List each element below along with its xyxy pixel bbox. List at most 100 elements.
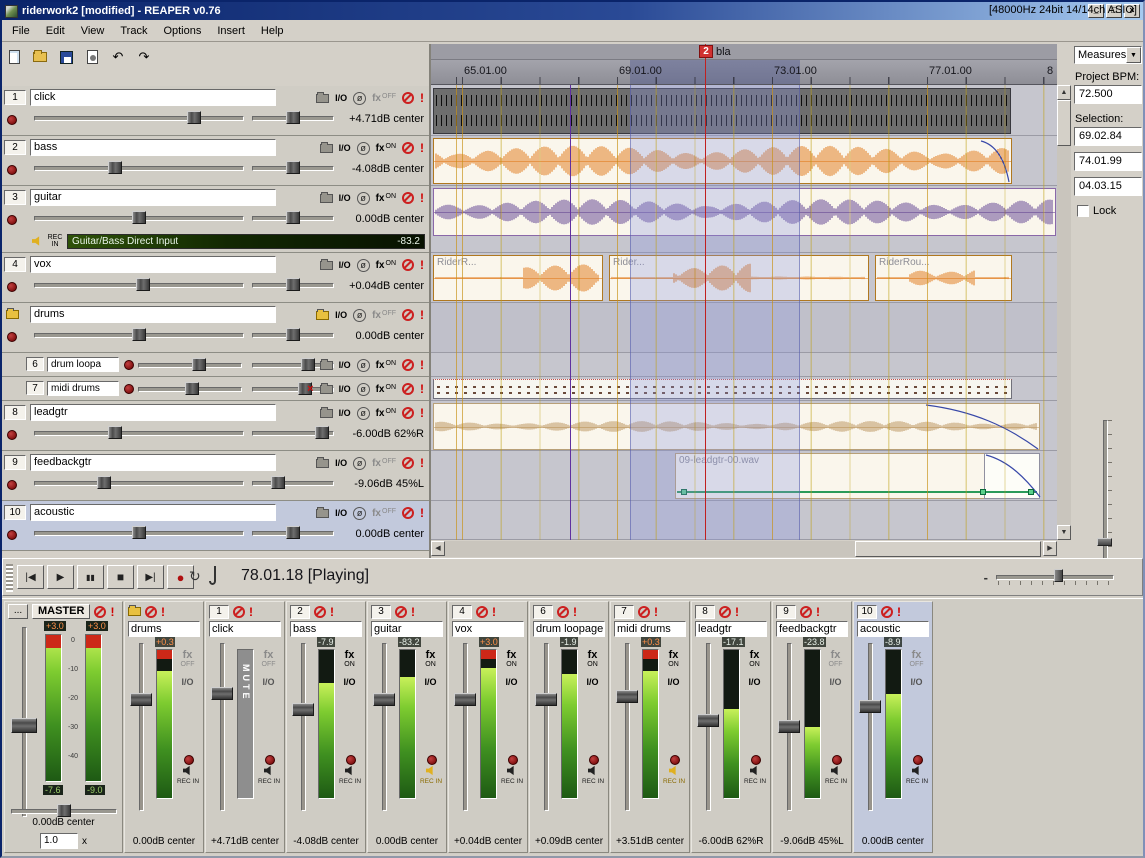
tcp-track-leadgtr[interactable]: 8leadgtrI/OøfxON!-6.00dB 62%R xyxy=(0,401,429,451)
mute-icon[interactable] xyxy=(402,259,414,271)
fx-button[interactable]: fx xyxy=(742,649,767,661)
scroll-down-arrow[interactable]: ▼ xyxy=(1057,525,1071,540)
volume-fader[interactable] xyxy=(209,643,235,811)
volume-fader[interactable] xyxy=(290,643,316,811)
pan-slider[interactable] xyxy=(252,327,334,342)
io-button[interactable]: I/O xyxy=(661,677,686,687)
fx-button[interactable]: fx xyxy=(823,649,848,661)
folder-icon[interactable] xyxy=(320,194,333,203)
channel-name[interactable]: click xyxy=(209,621,281,637)
fx-button[interactable]: fxOFF xyxy=(372,458,396,469)
folder-icon[interactable] xyxy=(316,94,329,103)
rec-in-button[interactable]: REC IN xyxy=(418,765,444,785)
phase-icon[interactable]: ø xyxy=(353,309,366,322)
tcp-track-bass[interactable]: 2bassI/OøfxON!-4.08dB center xyxy=(0,136,429,186)
go-to-start-button[interactable]: |◀ xyxy=(17,565,44,589)
save-project-button[interactable] xyxy=(56,48,76,66)
fader-thumb[interactable] xyxy=(130,693,152,706)
fx-button[interactable]: fx xyxy=(337,649,362,661)
phase-icon[interactable]: ø xyxy=(357,259,370,272)
fx-button[interactable]: fxOFF xyxy=(372,93,396,104)
io-button[interactable]: I/O xyxy=(335,508,347,518)
io-button[interactable]: I/O xyxy=(335,458,347,468)
volume-slider[interactable] xyxy=(34,475,244,490)
menu-options[interactable]: Options xyxy=(155,22,209,40)
io-button[interactable]: I/O xyxy=(339,360,351,370)
undo-button[interactable]: ↶ xyxy=(108,48,128,66)
tcp-track-vox[interactable]: 4voxI/OøfxON!+0.04dB center xyxy=(0,253,429,303)
volume-fader[interactable] xyxy=(776,643,802,811)
arrange-content[interactable]: RiderR... Rider... RiderRou... 09-leadgt… xyxy=(431,85,1057,540)
volume-slider[interactable] xyxy=(34,327,244,342)
tcp-track-drum-loopa[interactable]: 6drum loopaI/OøfxON! xyxy=(0,353,429,377)
mixer-strip-vox[interactable]: 4!vox+3.0fxONI/OREC IN+0.04dB center xyxy=(448,601,528,853)
track-name-input[interactable]: acoustic xyxy=(30,504,276,521)
bpm-input[interactable]: 72.500 xyxy=(1074,85,1142,104)
slider-thumb[interactable] xyxy=(132,328,146,341)
volume-slider[interactable] xyxy=(34,160,244,175)
repeat-icon[interactable]: ↻ xyxy=(189,568,201,585)
pan-slider[interactable] xyxy=(252,210,334,225)
record-arm-button[interactable] xyxy=(7,530,17,540)
track-name-input[interactable]: click xyxy=(30,89,276,106)
slider-thumb[interactable] xyxy=(136,278,150,291)
volume-fader[interactable] xyxy=(695,643,721,811)
fader-thumb[interactable] xyxy=(535,693,557,706)
io-button[interactable]: I/O xyxy=(335,93,347,103)
record-arm-button[interactable] xyxy=(7,332,17,342)
mute-icon[interactable] xyxy=(402,507,414,519)
io-button[interactable]: I/O xyxy=(175,677,200,687)
rec-in-button[interactable]: REC IN xyxy=(256,765,282,785)
pan-slider[interactable] xyxy=(252,277,334,292)
volume-fader[interactable] xyxy=(371,643,397,811)
track-name-input[interactable]: drums xyxy=(30,306,276,323)
record-arm-button[interactable] xyxy=(832,755,842,765)
fx-button[interactable]: fx xyxy=(580,649,605,661)
pan-slider[interactable] xyxy=(252,525,334,540)
mute-icon[interactable] xyxy=(402,309,414,321)
slider-thumb[interactable] xyxy=(185,382,199,395)
slider-thumb[interactable] xyxy=(187,111,201,124)
pan-slider[interactable] xyxy=(252,160,334,175)
fader-thumb[interactable] xyxy=(211,687,233,700)
mute-icon[interactable] xyxy=(94,606,106,618)
phase-icon[interactable]: ø xyxy=(353,92,366,105)
horizontal-scrollbar[interactable]: ◀ ▶ xyxy=(431,541,1057,557)
tcp-track-acoustic[interactable]: 10acousticI/OøfxOFF!0.00dB center xyxy=(0,501,429,551)
toolbar-grip[interactable] xyxy=(6,564,13,592)
pause-button[interactable]: ▮▮ xyxy=(77,565,104,589)
marker-row[interactable] xyxy=(431,44,1057,60)
mute-icon[interactable] xyxy=(145,606,157,618)
rec-in-button[interactable]: REC IN xyxy=(823,765,849,785)
slider-thumb[interactable] xyxy=(97,476,111,489)
fx-button[interactable]: fx xyxy=(175,649,200,661)
io-button[interactable]: I/O xyxy=(335,310,347,320)
scroll-up-arrow[interactable]: ▲ xyxy=(1057,85,1071,100)
fx-button[interactable]: fxOFF xyxy=(372,508,396,519)
fx-button[interactable]: fx xyxy=(904,649,929,661)
playrate-input[interactable]: 1.0 xyxy=(40,833,78,849)
volume-fader[interactable] xyxy=(614,643,640,811)
folder-icon[interactable] xyxy=(320,409,333,418)
phase-icon[interactable]: ø xyxy=(357,407,370,420)
volume-slider[interactable] xyxy=(138,381,242,396)
phase-icon[interactable]: ø xyxy=(357,142,370,155)
volume-fader[interactable] xyxy=(452,643,478,811)
record-arm-button[interactable] xyxy=(265,755,275,765)
fx-button[interactable]: fxON xyxy=(376,384,396,395)
track-name-input[interactable]: leadgtr xyxy=(30,404,276,421)
timebase-dropdown[interactable]: Measures ▼ xyxy=(1074,46,1142,64)
record-arm-button[interactable] xyxy=(346,755,356,765)
channel-name[interactable]: drums xyxy=(128,621,200,637)
pan-slider[interactable] xyxy=(252,110,334,125)
fader-thumb[interactable] xyxy=(778,720,800,733)
envelope-point[interactable] xyxy=(980,489,986,495)
mixer-strip-drum-loopage[interactable]: 6!drum loopage-1.9fxONI/OREC IN+0.09dB c… xyxy=(529,601,609,853)
open-project-button[interactable] xyxy=(30,48,50,66)
volume-fader[interactable] xyxy=(128,643,154,811)
channel-name[interactable]: vox xyxy=(452,621,524,637)
channel-name[interactable]: feedbackgtr xyxy=(776,621,848,637)
slider-thumb[interactable] xyxy=(286,211,300,224)
record-arm-button[interactable] xyxy=(670,755,680,765)
mute-icon[interactable] xyxy=(476,606,488,618)
